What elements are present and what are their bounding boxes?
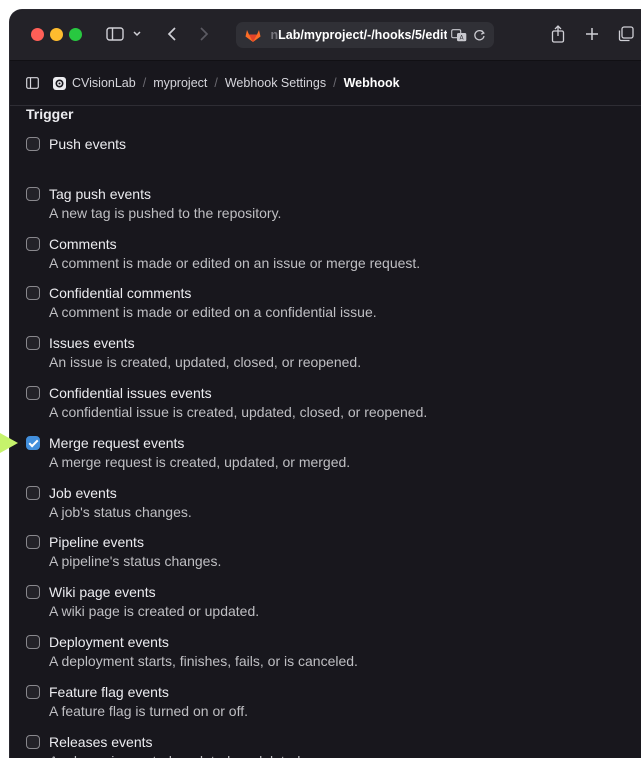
breadcrumb-separator: / bbox=[333, 76, 337, 90]
url-main-text: Lab/myproject/-/hooks/5/edit bbox=[278, 28, 447, 42]
event-checkbox[interactable] bbox=[26, 635, 40, 649]
event-label[interactable]: Feature flag events bbox=[49, 684, 169, 700]
event-label[interactable]: Job events bbox=[49, 485, 117, 501]
share-icon[interactable] bbox=[548, 22, 568, 46]
close-window-button[interactable] bbox=[31, 28, 44, 41]
breadcrumb-item-project[interactable]: myproject bbox=[153, 76, 207, 90]
event-checkbox[interactable] bbox=[26, 684, 40, 699]
event-label[interactable]: Deployment events bbox=[49, 634, 169, 650]
event-description: A release is created, updated, or delete… bbox=[49, 753, 304, 758]
event-checkbox[interactable] bbox=[26, 386, 40, 400]
trigger-section: Trigger Push events Tag push events A new … bbox=[10, 106, 641, 758]
breadcrumb-separator: / bbox=[214, 76, 218, 90]
event-description: A merge request is created, updated, or … bbox=[49, 453, 351, 470]
event-checkbox[interactable] bbox=[26, 734, 40, 749]
event-label[interactable]: Comments bbox=[49, 236, 117, 252]
plus-icon[interactable] bbox=[582, 22, 602, 46]
event-description: A deployment starts, finishes, fails, or… bbox=[49, 653, 358, 669]
event-checkbox[interactable] bbox=[26, 286, 40, 301]
group-avatar bbox=[53, 76, 66, 90]
reload-icon[interactable] bbox=[473, 29, 486, 42]
sidebar-icon[interactable] bbox=[26, 77, 39, 89]
url-text: nLab/myproject/-/hooks/5/edit bbox=[268, 28, 448, 42]
sidebar-toggle-icon[interactable] bbox=[102, 22, 128, 46]
event-checkbox[interactable] bbox=[26, 336, 40, 351]
event-checkbox[interactable] bbox=[26, 435, 40, 450]
breadcrumb-separator: / bbox=[142, 76, 147, 90]
event-checkbox[interactable] bbox=[26, 186, 40, 201]
event-label[interactable]: Merge request events bbox=[49, 435, 184, 451]
breadcrumb-item-current: Webhook bbox=[343, 76, 400, 90]
gitlab-logo-icon bbox=[245, 30, 261, 42]
event-label[interactable]: Releases events bbox=[49, 734, 153, 750]
event-description: A confidential issue is created, updated… bbox=[49, 404, 428, 420]
event-label[interactable]: Issues events bbox=[49, 335, 135, 351]
event-description: A comment is made or edited on an issue … bbox=[49, 254, 421, 271]
section-title: Trigger bbox=[26, 106, 74, 122]
event-description: A wiki page is created or updated. bbox=[49, 603, 260, 620]
event-checkbox[interactable] bbox=[26, 585, 40, 600]
event-description: A comment is made or edited on a confide… bbox=[49, 304, 377, 321]
breadcrumb-item-webhook-settings[interactable]: Webhook Settings bbox=[225, 76, 326, 90]
breadcrumb: CVisionLab / myproject / Webhook Setting… bbox=[10, 61, 641, 106]
browser-window: nLab/myproject/-/hooks/5/edit A CVisionL… bbox=[10, 10, 641, 758]
event-checkbox[interactable] bbox=[26, 535, 40, 550]
breadcrumb-item-group[interactable]: CVisionLab bbox=[72, 76, 136, 90]
event-label[interactable]: Pipeline events bbox=[49, 534, 144, 550]
tab-overview-icon[interactable] bbox=[616, 22, 636, 46]
event-checkbox[interactable] bbox=[26, 236, 40, 251]
title-bar: nLab/myproject/-/hooks/5/edit A bbox=[10, 10, 641, 61]
event-label[interactable]: Confidential issues events bbox=[49, 385, 212, 401]
minimize-window-button[interactable] bbox=[50, 28, 63, 41]
event-description: A feature flag is turned on or off. bbox=[49, 702, 248, 719]
event-description: A pipeline's status changes. bbox=[49, 553, 222, 570]
event-label[interactable]: Push events bbox=[49, 136, 126, 152]
chevron-down-icon[interactable] bbox=[130, 22, 144, 46]
forward-button[interactable] bbox=[194, 22, 214, 46]
event-label[interactable]: Tag push events bbox=[49, 186, 151, 202]
event-description: A job's status changes. bbox=[49, 503, 192, 520]
event-checkbox[interactable] bbox=[26, 485, 40, 500]
event-description: A new tag is pushed to the repository. bbox=[49, 204, 282, 221]
pointer-arrow-icon bbox=[0, 432, 18, 453]
address-bar[interactable]: nLab/myproject/-/hooks/5/edit A bbox=[236, 22, 494, 48]
event-label[interactable]: Wiki page events bbox=[49, 584, 156, 600]
event-description: An issue is created, updated, closed, or… bbox=[49, 354, 362, 371]
back-button[interactable] bbox=[162, 22, 182, 46]
translate-icon[interactable]: A bbox=[451, 28, 467, 42]
event-checkbox[interactable] bbox=[26, 137, 40, 151]
event-label[interactable]: Confidential comments bbox=[49, 285, 191, 301]
maximize-window-button[interactable] bbox=[69, 28, 82, 41]
url-dim-text: n bbox=[268, 28, 279, 42]
